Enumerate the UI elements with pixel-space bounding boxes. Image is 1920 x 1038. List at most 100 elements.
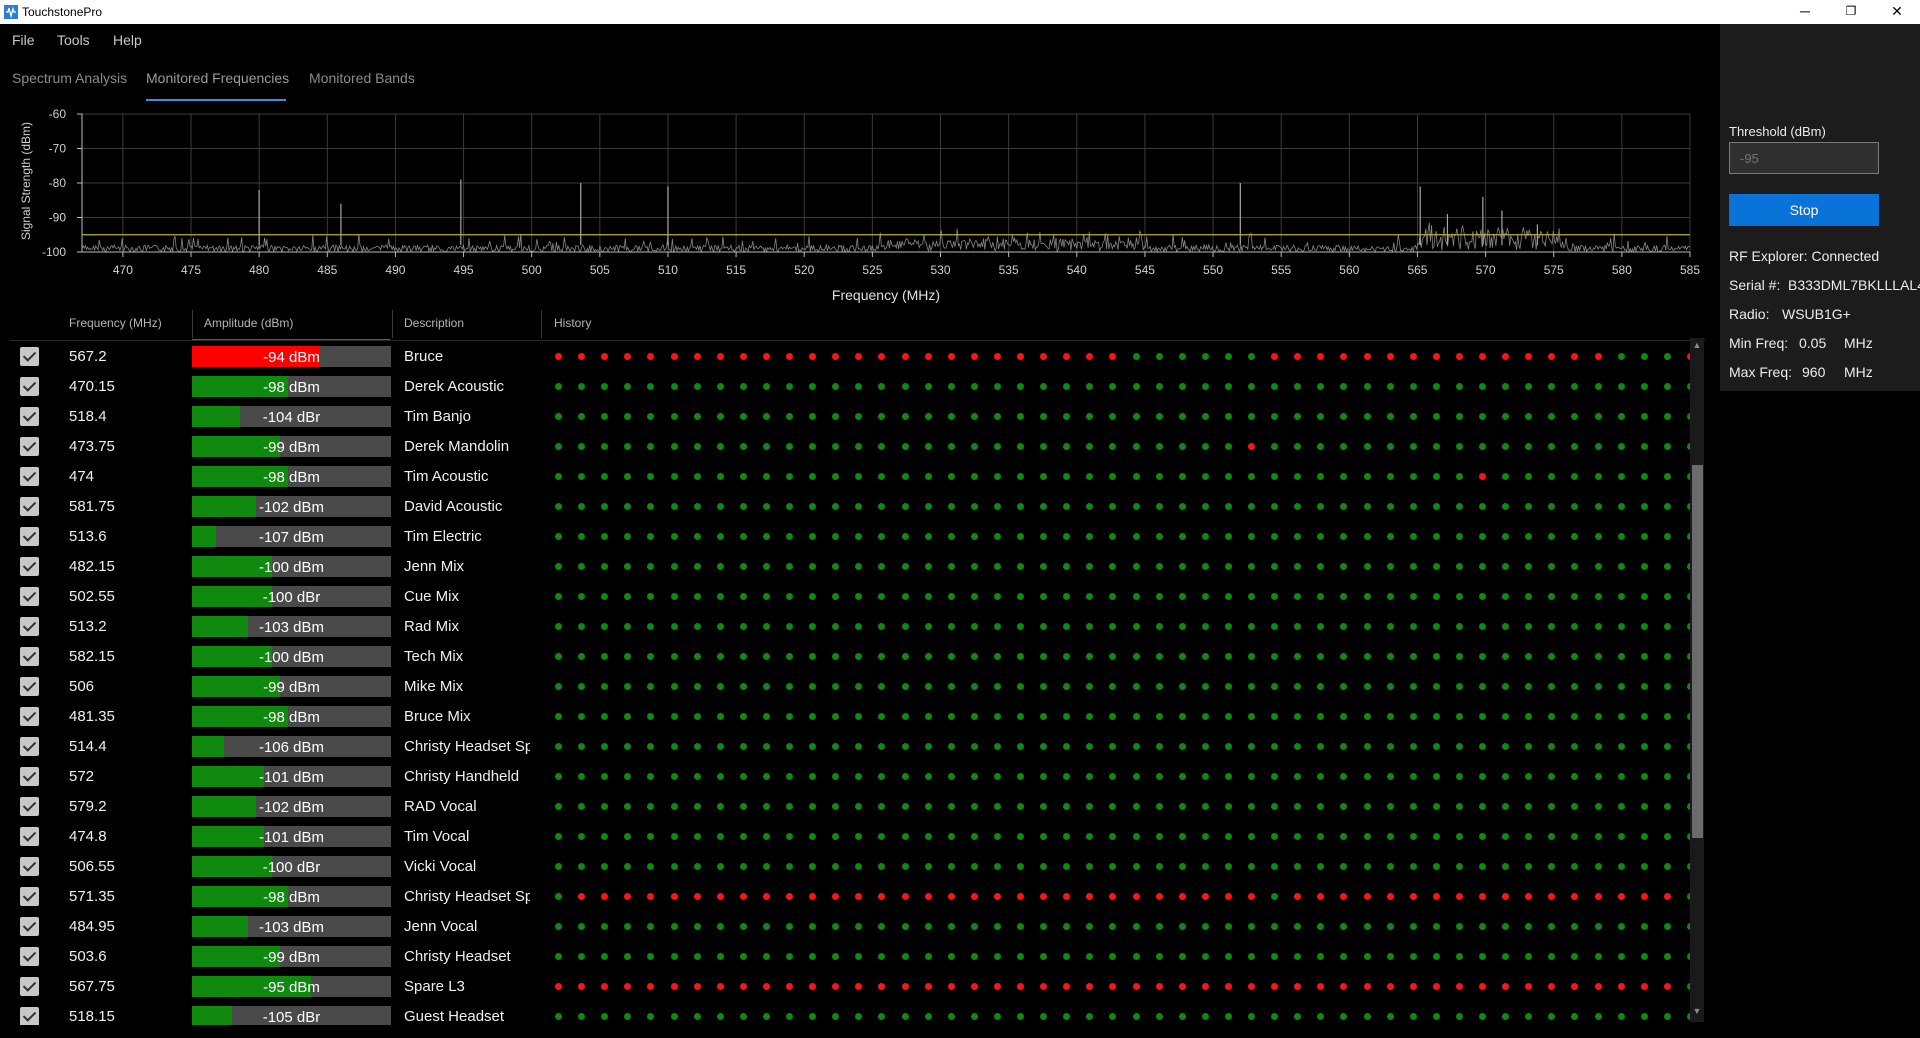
row-description[interactable]: RAD Vocal bbox=[404, 798, 530, 815]
row-checkbox[interactable] bbox=[20, 677, 39, 696]
table-row[interactable]: 470.15 -98 dBm Derek Acoustic bbox=[0, 371, 1700, 401]
menu-file[interactable]: File bbox=[12, 32, 35, 48]
row-description[interactable]: Cue Mix bbox=[404, 588, 530, 605]
row-description[interactable]: Guest Headset bbox=[404, 1008, 530, 1025]
table-row[interactable]: 474 -98 dBm Tim Acoustic bbox=[0, 461, 1700, 491]
scroll-down-arrow-icon[interactable]: ▼ bbox=[1690, 1004, 1704, 1018]
row-checkbox[interactable] bbox=[20, 887, 39, 906]
table-row[interactable]: 514.4 -106 dBm Christy Headset Sp bbox=[0, 731, 1700, 761]
menu-help[interactable]: Help bbox=[113, 32, 142, 48]
stop-button[interactable]: Stop bbox=[1729, 194, 1879, 226]
history-dot bbox=[970, 923, 978, 930]
row-checkbox[interactable] bbox=[20, 587, 39, 606]
row-checkbox[interactable] bbox=[20, 437, 39, 456]
history-dot bbox=[1248, 353, 1255, 360]
row-description[interactable]: David Acoustic bbox=[404, 498, 530, 515]
row-checkbox[interactable] bbox=[20, 377, 39, 396]
row-checkbox[interactable] bbox=[20, 347, 39, 366]
tab-spectrum-analysis[interactable]: Spectrum Analysis bbox=[12, 70, 127, 86]
table-row[interactable]: 506.55 -100 dBr Vicki Vocal bbox=[0, 851, 1700, 881]
row-description[interactable]: Jenn Vocal bbox=[404, 918, 530, 935]
row-description[interactable]: Christy Headset bbox=[404, 948, 530, 965]
table-row[interactable]: 503.6 -99 dBm Christy Headset bbox=[0, 941, 1700, 971]
row-checkbox[interactable] bbox=[20, 827, 39, 846]
table-row[interactable]: 513.2 -103 dBm Rad Mix bbox=[0, 611, 1700, 641]
history-dot bbox=[1502, 503, 1510, 510]
row-description[interactable]: Derek Mandolin bbox=[404, 438, 530, 455]
row-checkbox[interactable] bbox=[20, 857, 39, 876]
row-description[interactable]: Tim Banjo bbox=[404, 408, 530, 425]
row-description[interactable]: Mike Mix bbox=[404, 678, 530, 695]
row-checkbox[interactable] bbox=[20, 527, 39, 546]
history-dot bbox=[762, 593, 770, 600]
history-dot bbox=[1640, 653, 1648, 660]
history-dot bbox=[739, 683, 747, 690]
table-row[interactable]: 518.15 -105 dBr Guest Headset bbox=[0, 1001, 1700, 1025]
row-checkbox[interactable] bbox=[20, 707, 39, 726]
table-row[interactable]: 502.55 -100 dBr Cue Mix bbox=[0, 581, 1700, 611]
history-dot bbox=[1663, 833, 1671, 840]
row-description[interactable]: Bruce Mix bbox=[404, 708, 530, 725]
row-description[interactable]: Tim Acoustic bbox=[404, 468, 530, 485]
history-dot bbox=[1063, 773, 1071, 780]
row-description[interactable]: Tech Mix bbox=[404, 648, 530, 665]
table-row[interactable]: 567.75 -95 dBm Spare L3 bbox=[0, 971, 1700, 1001]
row-description[interactable]: Rad Mix bbox=[404, 618, 530, 635]
row-description[interactable]: Vicki Vocal bbox=[404, 858, 530, 875]
row-checkbox[interactable] bbox=[20, 647, 39, 666]
row-description[interactable]: Tim Vocal bbox=[404, 828, 530, 845]
history-dot bbox=[1178, 353, 1186, 360]
history-dot bbox=[1432, 833, 1440, 840]
history-dot bbox=[1086, 413, 1094, 420]
row-checkbox[interactable] bbox=[20, 797, 39, 816]
row-description[interactable]: Jenn Mix bbox=[404, 558, 530, 575]
table-row[interactable]: 513.6 -107 dBm Tim Electric bbox=[0, 521, 1700, 551]
table-row[interactable]: 579.2 -102 dBm RAD Vocal bbox=[0, 791, 1700, 821]
table-row[interactable]: 506 -99 dBm Mike Mix bbox=[0, 671, 1700, 701]
row-checkbox[interactable] bbox=[20, 977, 39, 996]
row-description[interactable]: Spare L3 bbox=[404, 978, 530, 995]
row-checkbox[interactable] bbox=[20, 467, 39, 486]
row-checkbox[interactable] bbox=[20, 557, 39, 576]
row-description[interactable]: Christy Handheld bbox=[404, 768, 530, 785]
history-dot bbox=[624, 1013, 632, 1020]
table-row[interactable]: 484.95 -103 dBm Jenn Vocal bbox=[0, 911, 1700, 941]
row-description[interactable]: Tim Electric bbox=[404, 528, 530, 545]
row-checkbox[interactable] bbox=[20, 737, 39, 756]
table-row[interactable]: 582.15 -100 dBm Tech Mix bbox=[0, 641, 1700, 671]
row-checkbox[interactable] bbox=[20, 497, 39, 516]
row-checkbox[interactable] bbox=[20, 917, 39, 936]
row-checkbox[interactable] bbox=[20, 1007, 39, 1025]
row-checkbox[interactable] bbox=[20, 617, 39, 636]
table-row[interactable]: 473.75 -99 dBm Derek Mandolin bbox=[0, 431, 1700, 461]
col-header-history[interactable]: History bbox=[554, 316, 591, 330]
row-checkbox[interactable] bbox=[20, 947, 39, 966]
minimize-button[interactable]: ─ bbox=[1782, 0, 1828, 24]
table-row[interactable]: 567.2 -94 dBm Bruce bbox=[0, 341, 1700, 371]
table-row[interactable]: 581.75 -102 dBm David Acoustic bbox=[0, 491, 1700, 521]
row-description[interactable]: Bruce bbox=[404, 348, 530, 365]
table-row[interactable]: 518.4 -104 dBr Tim Banjo bbox=[0, 401, 1700, 431]
row-checkbox[interactable] bbox=[20, 407, 39, 426]
table-row[interactable]: 474.8 -101 dBm Tim Vocal bbox=[0, 821, 1700, 851]
menu-tools[interactable]: Tools bbox=[57, 32, 90, 48]
scrollbar-thumb[interactable] bbox=[1692, 465, 1703, 838]
col-header-description[interactable]: Description bbox=[404, 316, 464, 330]
row-description[interactable]: Derek Acoustic bbox=[404, 378, 530, 395]
table-row[interactable]: 481.35 -98 dBm Bruce Mix bbox=[0, 701, 1700, 731]
tab-monitored-bands[interactable]: Monitored Bands bbox=[309, 70, 415, 86]
tab-monitored-frequencies[interactable]: Monitored Frequencies bbox=[146, 70, 289, 86]
row-description[interactable]: Christy Headset Sp bbox=[404, 888, 530, 905]
threshold-input[interactable] bbox=[1729, 142, 1879, 174]
row-description[interactable]: Christy Headset Sp bbox=[404, 738, 530, 755]
table-row[interactable]: 482.15 -100 dBm Jenn Mix bbox=[0, 551, 1700, 581]
close-button[interactable]: ✕ bbox=[1874, 0, 1920, 24]
restore-button[interactable]: ❐ bbox=[1828, 0, 1874, 24]
scroll-up-arrow-icon[interactable]: ▲ bbox=[1690, 338, 1704, 352]
col-header-frequency[interactable]: Frequency (MHz) bbox=[69, 316, 162, 330]
history-dot bbox=[1271, 653, 1279, 660]
row-checkbox[interactable] bbox=[20, 767, 39, 786]
col-header-amplitude[interactable]: Amplitude (dBm) bbox=[204, 316, 293, 330]
table-row[interactable]: 572 -101 dBm Christy Handheld bbox=[0, 761, 1700, 791]
table-row[interactable]: 571.35 -98 dBm Christy Headset Sp bbox=[0, 881, 1700, 911]
